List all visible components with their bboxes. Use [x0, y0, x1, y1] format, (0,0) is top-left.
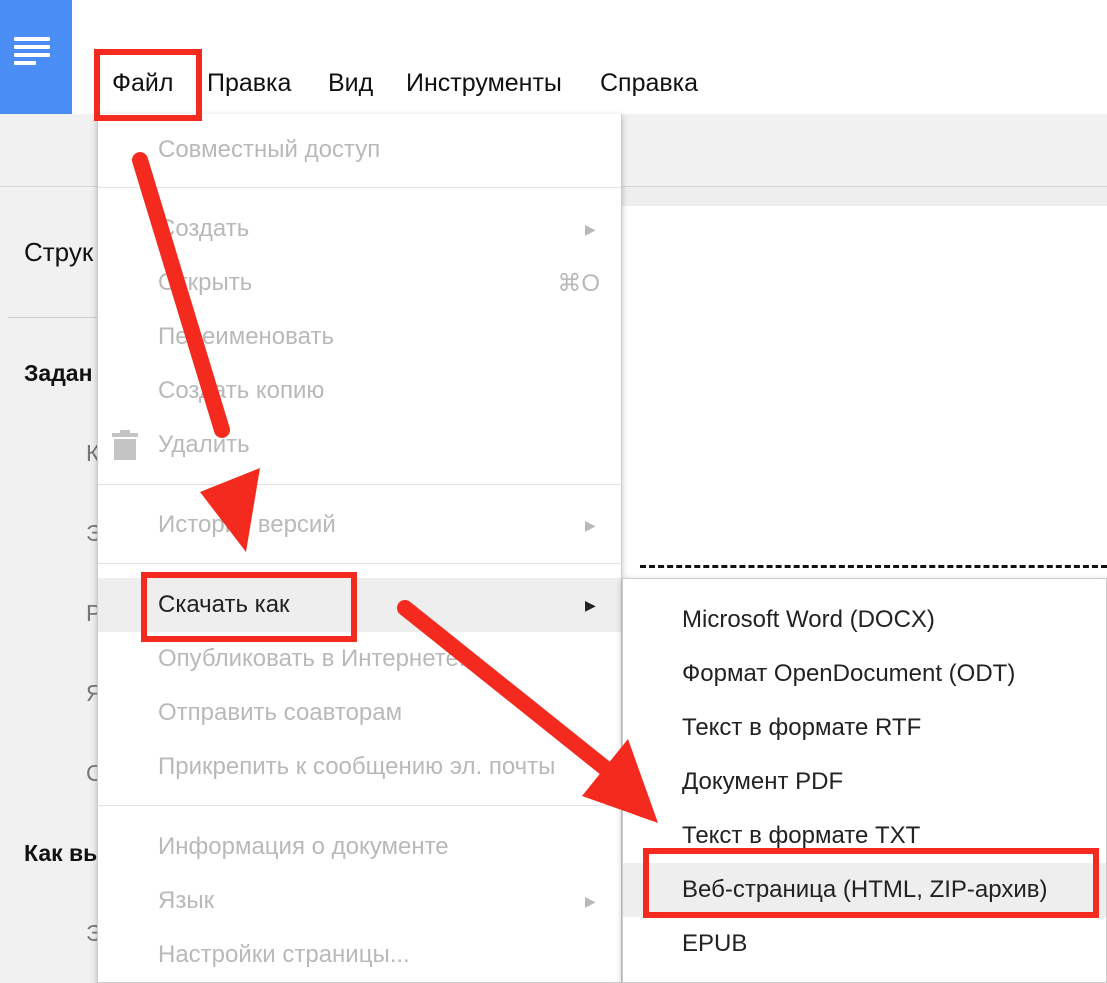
menu-item-label: История версий [158, 511, 336, 538]
submenu-item-label: Microsoft Word (DOCX) [682, 606, 935, 633]
submenu-item-label: EPUB [682, 930, 748, 957]
submenu-arrow-icon: ▶ [585, 893, 596, 909]
menu-view[interactable]: Вид [328, 68, 373, 98]
menu-item-label: Опубликовать в Интернете... [158, 645, 479, 672]
menu-item-page-setup[interactable]: Настройки страницы... [98, 928, 621, 982]
submenu-arrow-icon: ▶ [585, 597, 596, 613]
download-odt[interactable]: Формат OpenDocument (ODT) [623, 647, 1106, 701]
download-html-zip[interactable]: Веб-страница (HTML, ZIP-архив) [623, 863, 1106, 917]
menu-separator [98, 563, 621, 564]
menu-separator [98, 484, 621, 485]
outline-heading[interactable]: Задан [24, 360, 92, 387]
menu-item-label: Скачать как [158, 591, 290, 618]
menu-item-label: Отправить соавторам [158, 699, 403, 726]
menu-tools[interactable]: Инструменты [406, 68, 562, 98]
menu-item-label: Открыть [158, 269, 253, 296]
menu-item-new[interactable]: Создать ▶ [98, 202, 621, 256]
menu-item-label: Удалить [158, 431, 250, 458]
menu-item-label: Настройки страницы... [158, 941, 410, 968]
submenu-item-label: Веб-страница (HTML, ZIP-архив) [682, 876, 1048, 903]
outline-title: Струк [24, 237, 94, 267]
submenu-arrow-icon: ▶ [585, 221, 596, 237]
menu-item-language[interactable]: Язык ▶ [98, 874, 621, 928]
menu-item-email-collaborators[interactable]: Отправить соавторам [98, 686, 621, 740]
download-pdf[interactable]: Документ PDF [623, 755, 1106, 809]
menu-item-email-attachment[interactable]: Прикрепить к сообщению эл. почты [98, 740, 621, 794]
menu-item-label: Создать копию [158, 377, 325, 404]
menu-item-label: Совместный доступ [158, 136, 381, 163]
download-epub[interactable]: EPUB [623, 917, 1106, 971]
menu-item-label: Язык [158, 887, 215, 914]
menu-item-label: Переименовать [158, 323, 334, 350]
download-rtf[interactable]: Текст в формате RTF [623, 701, 1106, 755]
menu-item-version-history[interactable]: История версий ▶ [98, 498, 621, 552]
menu-file[interactable]: Файл [112, 68, 173, 98]
page-break-line [640, 565, 1107, 568]
download-as-submenu: Microsoft Word (DOCX) Формат OpenDocumen… [622, 578, 1107, 983]
download-txt[interactable]: Текст в формате TXT [623, 809, 1106, 863]
menu-item-download-as[interactable]: Скачать как ▶ [98, 578, 621, 632]
menu-separator [98, 805, 621, 806]
menu-item-label: Прикрепить к сообщению эл. почты [158, 753, 556, 780]
download-docx[interactable]: Microsoft Word (DOCX) [623, 593, 1106, 647]
menu-item-open[interactable]: Открыть ⌘O [98, 256, 621, 310]
menu-item-make-copy[interactable]: Создать копию [98, 364, 621, 418]
menu-item-share[interactable]: Совместный доступ [98, 123, 621, 177]
submenu-item-label: Документ PDF [682, 768, 844, 795]
menu-item-delete[interactable]: Удалить [98, 418, 621, 472]
outline-heading[interactable]: Как вы [24, 840, 103, 867]
menu-item-label: Создать [158, 215, 250, 242]
menu-edit[interactable]: Правка [207, 68, 291, 98]
menu-item-document-details[interactable]: Информация о документе [98, 820, 621, 874]
menu-item-publish-web[interactable]: Опубликовать в Интернете... [98, 632, 621, 686]
shortcut-hint: ⌘O [557, 270, 600, 297]
menu-separator [98, 187, 621, 188]
submenu-item-label: Формат OpenDocument (ODT) [682, 660, 1016, 687]
trash-icon [112, 430, 138, 460]
menu-help[interactable]: Справка [600, 68, 698, 98]
menu-item-label: Информация о документе [158, 833, 449, 860]
menu-item-rename[interactable]: Переименовать [98, 310, 621, 364]
submenu-item-label: Текст в формате TXT [682, 822, 921, 849]
menu-bar: Файл Правка Вид Инструменты Справка [0, 0, 1107, 114]
submenu-item-label: Текст в формате RTF [682, 714, 922, 741]
file-menu-dropdown: Совместный доступ Создать ▶ Открыть ⌘O П… [97, 114, 622, 983]
outline-divider [8, 317, 100, 318]
submenu-arrow-icon: ▶ [585, 517, 596, 533]
